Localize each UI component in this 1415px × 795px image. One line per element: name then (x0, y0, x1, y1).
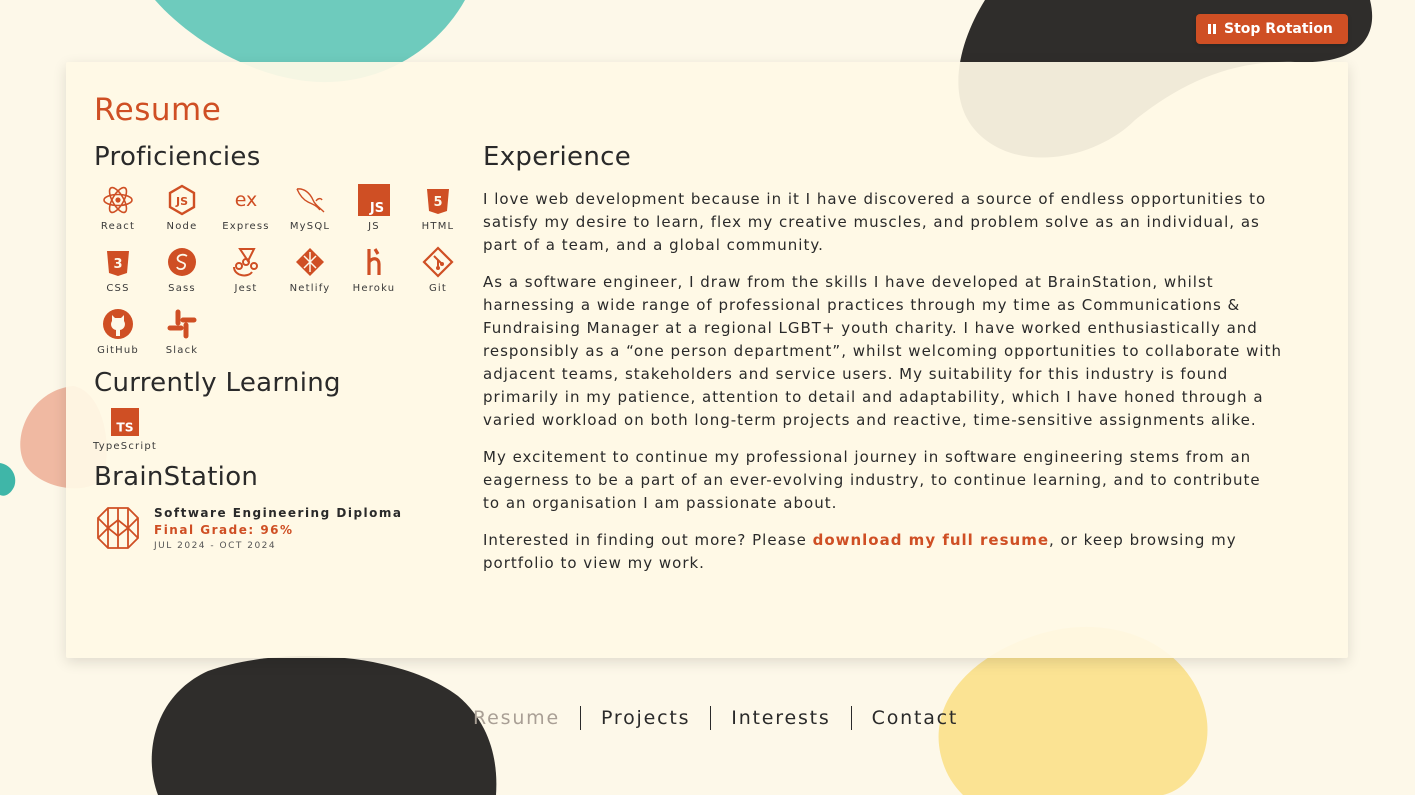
experience-paragraph-3: My excitement to continue my professiona… (483, 448, 1261, 512)
page-title: Resume (94, 92, 222, 128)
skill-node: JS Node (158, 184, 206, 232)
skill-label: JS (368, 221, 380, 232)
skill-label: GitHub (97, 345, 139, 356)
typescript-icon: TS (111, 408, 139, 436)
netlify-icon (296, 248, 324, 276)
jest-icon (233, 248, 258, 277)
skill-react: React (94, 184, 142, 232)
skill-sass: Sass (158, 246, 206, 294)
svg-text:JS: JS (369, 201, 384, 216)
final-grade: Final Grade: 96% (154, 522, 294, 537)
brainstation-heading: BrainStation (94, 462, 259, 492)
stop-rotation-label: Stop Rotation (1224, 21, 1333, 37)
skill-express: ex Express (222, 184, 270, 232)
skill-typescript: TS TypeScript (93, 408, 157, 452)
skill-label: Express (222, 221, 270, 232)
skill-js: JS JS (350, 184, 398, 232)
left-column: Proficiencies React JS Node ex Express M… (93, 142, 464, 552)
skill-jest: Jest (222, 246, 270, 294)
proficiencies-grid: React JS Node ex Express MySQL JS JS 5 H… (94, 184, 464, 356)
node-icon: JS (168, 184, 196, 216)
nav-interests[interactable]: Interests (710, 706, 850, 730)
resume-card: Resume Proficiencies React JS Node ex Ex… (66, 62, 1348, 658)
react-icon (103, 186, 133, 214)
nav-contact[interactable]: Contact (850, 706, 979, 730)
learning-section: Currently Learning TS TypeScript (93, 368, 464, 452)
brainstation-section: BrainStation Software Engineering Diplom… (94, 462, 464, 552)
skill-label: Node (166, 221, 198, 232)
experience-heading: Experience (483, 142, 631, 172)
diploma-title: Software Engineering Diploma (154, 505, 403, 520)
css-icon: 3 (107, 251, 129, 276)
bottom-nav: Resume Projects Interests Contact (453, 706, 978, 730)
svg-text:ex: ex (235, 189, 258, 211)
skill-label: Jest (234, 283, 258, 294)
mysql-icon (296, 188, 325, 213)
svg-text:JS: JS (175, 195, 188, 208)
dark-blob-bottom (151, 656, 497, 795)
svg-text:TS: TS (116, 421, 133, 435)
skill-label: Heroku (352, 283, 396, 294)
sass-icon (168, 248, 196, 276)
svg-text:5: 5 (433, 195, 442, 210)
proficiencies-heading: Proficiencies (94, 142, 261, 172)
git-icon (422, 246, 454, 278)
experience-paragraph-4: Interested in finding out more? Please d… (483, 531, 1237, 572)
course-dates: JUL 2024 - OCT 2024 (154, 540, 277, 551)
brainstation-entry: Software Engineering Diploma Final Grade… (94, 504, 464, 552)
js-icon: JS (358, 184, 390, 216)
experience-paragraph-1: I love web development because in it I h… (483, 190, 1267, 254)
svg-text:3: 3 (113, 257, 122, 272)
skill-heroku: Heroku (350, 246, 398, 294)
express-icon: ex (235, 189, 258, 211)
skill-css: 3 CSS (94, 246, 142, 294)
pause-icon (1208, 24, 1216, 34)
learning-heading: Currently Learning (94, 368, 341, 398)
skill-label: Sass (168, 283, 196, 294)
skill-netlify: Netlify (286, 246, 334, 294)
slack-icon (167, 309, 197, 339)
heroku-icon (367, 248, 381, 275)
skill-label: Git (428, 283, 448, 294)
nav-resume[interactable]: Resume (453, 706, 580, 730)
download-resume-link[interactable]: download my full resume (813, 531, 1049, 549)
nav-projects[interactable]: Projects (579, 706, 710, 730)
experience-section: Experience I love web development becaus… (483, 142, 1283, 575)
stop-rotation-button[interactable]: Stop Rotation (1196, 14, 1348, 44)
skill-label: MySQL (289, 221, 331, 232)
skill-label: HTML (421, 221, 455, 232)
skill-slack: Slack (158, 308, 206, 356)
skill-git: Git (414, 246, 462, 294)
skill-github: GitHub (94, 308, 142, 356)
skill-label: Slack (165, 345, 199, 356)
brainstation-details: Software Engineering Diploma Final Grade… (154, 506, 403, 551)
skill-mysql: MySQL (286, 184, 334, 232)
html-icon: 5 (427, 189, 449, 214)
github-icon (103, 309, 133, 339)
skill-label: Netlify (289, 283, 331, 294)
skill-label: CSS (106, 283, 130, 294)
skill-html: 5 HTML (414, 184, 462, 232)
experience-paragraph-2: As a software engineer, I draw from the … (483, 273, 1282, 429)
skill-label: TypeScript (93, 441, 157, 452)
teal-dot (0, 463, 16, 496)
brain-icon (97, 507, 139, 549)
skill-label: React (100, 221, 136, 232)
